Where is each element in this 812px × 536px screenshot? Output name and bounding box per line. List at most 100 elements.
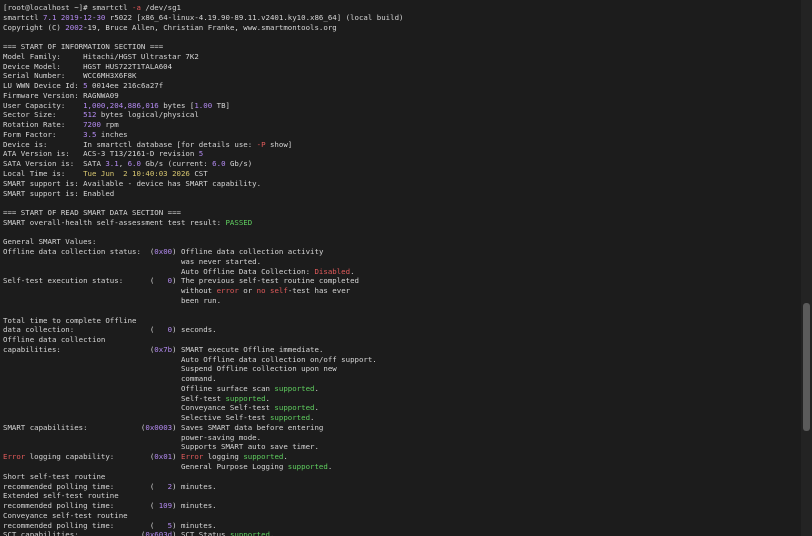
terminal-line: Self-test supported. (3, 394, 800, 404)
terminal-text-segment: SMART overall-health self-assessment tes… (3, 217, 226, 227)
terminal-text-segment: 2002 (65, 22, 84, 32)
terminal-text-segment: recommended polling time: ( (3, 520, 168, 530)
terminal-text-segment: Total time to complete Offline (3, 315, 137, 325)
terminal-line: Auto Offline Data Collection: Disabled. (3, 267, 800, 277)
terminal-text-segment: SMART support is: Enabled (3, 188, 115, 198)
terminal-text-segment: Error (181, 452, 204, 462)
terminal-line: Offline data collection status: (0x00) O… (3, 247, 800, 257)
terminal-text-segment: Self-test (3, 393, 226, 403)
vertical-scrollbar[interactable] (801, 0, 812, 536)
terminal-text-segment: Extended self-test routine (3, 491, 119, 501)
terminal-text-segment: . (270, 530, 275, 536)
terminal-text-segment: === START OF READ SMART DATA SECTION === (3, 208, 181, 218)
terminal-line: Rotation Rate: 7200 rpm (3, 120, 800, 130)
terminal-line: General Purpose Logging supported. (3, 462, 800, 472)
terminal-text-segment: 0x00 (154, 247, 173, 257)
terminal-line: SMART support is: Available - device has… (3, 179, 800, 189)
terminal-text-segment: Model Family: Hitachi/HGST Ultrastar 7K2 (3, 51, 199, 61)
terminal-text-segment: -test has ever (287, 286, 351, 296)
terminal-text-segment: [root@localhost ~]# smartctl (3, 3, 133, 12)
terminal-line: recommended polling time: ( 5) minutes. (3, 521, 800, 531)
terminal-line: Serial Number: WCC6MH3X6F8K (3, 71, 800, 81)
terminal-text-segment: power-saving mode. (3, 432, 262, 442)
terminal-text-segment: Supports SMART auto save timer. (3, 442, 319, 452)
terminal-text-segment: 7.1 2019-12-30 (43, 12, 106, 22)
terminal-text-segment: ) seconds. (172, 325, 217, 335)
terminal-line: capabilities: (0x7b) SMART execute Offli… (3, 345, 800, 355)
terminal-text-segment: Tue Jun 2 10:40:03 2026 (83, 169, 190, 179)
terminal-text-segment: ) minutes. (172, 481, 217, 491)
terminal-text-segment: show] (265, 139, 293, 149)
terminal-line: === START OF READ SMART DATA SECTION === (3, 208, 800, 218)
terminal-line: Offline surface scan supported. (3, 384, 800, 394)
terminal-text-segment: without (3, 286, 217, 296)
terminal-text-segment: 0x0003 (145, 422, 173, 432)
terminal-line: data collection: ( 0) seconds. (3, 325, 800, 335)
terminal-text-segment: no (256, 286, 266, 296)
terminal-text-segment: General Purpose Logging (3, 461, 288, 471)
scrollbar-thumb[interactable] (803, 303, 810, 431)
terminal-text-segment: ) The previous self-test routine complet… (172, 276, 359, 286)
terminal-text-segment: -19, Bruce Allen, Christian Franke, www.… (83, 22, 337, 32)
terminal-text-segment: Gb/s) (225, 159, 253, 169)
terminal-line: Firmware Version: RAGNWA09 (3, 91, 800, 101)
terminal-line: ATA Version is: ACS-3 T13/2161-D revisio… (3, 149, 800, 159)
terminal-text-segment: SMART support is: Available - device has… (3, 178, 262, 188)
terminal-text-segment: Short self-test routine (3, 471, 106, 481)
terminal-line: Copyright (C) 2002-19, Bruce Allen, Chri… (3, 23, 800, 33)
terminal-text-segment: Device is: In smartctl database [for det… (3, 139, 257, 149)
terminal-text-segment: 6.0 (127, 159, 141, 169)
terminal-text-segment: . (314, 403, 319, 413)
terminal-line: SATA Version is: SATA 3.1, 6.0 Gb/s (cur… (3, 159, 800, 169)
terminal-text-segment: r5022 [x86_64-linux-4.19.90-89.11.v2401.… (105, 12, 404, 22)
terminal-line: smartctl 7.1 2019-12-30 r5022 [x86_64-li… (3, 13, 800, 23)
terminal-line: Form Factor: 3.5 inches (3, 130, 800, 140)
terminal-line: power-saving mode. (3, 433, 800, 443)
terminal-line: SCT capabilities: (0x603d) SCT Status su… (3, 530, 800, 536)
terminal-text-segment: Selective Self-test (3, 413, 270, 423)
terminal-line: Conveyance self-test routine (3, 511, 800, 521)
terminal-window[interactable]: [root@localhost ~]# smartctl -a /dev/sg1… (0, 0, 812, 536)
terminal-text-segment: Auto Offline Data Collection: (3, 266, 315, 276)
terminal-line: SMART overall-health self-assessment tes… (3, 218, 800, 228)
terminal-text-segment: ) SMART execute Offline immediate. (172, 344, 324, 354)
terminal-line: Suspend Offline collection upon new (3, 364, 800, 374)
terminal-text-segment: . (350, 266, 355, 276)
terminal-text-segment: 109 (158, 501, 173, 511)
terminal-text-segment: User Capacity: (3, 100, 84, 110)
terminal-text-segment: logging (203, 452, 244, 462)
terminal-text-segment: supported (229, 530, 270, 536)
terminal-text-segment: /dev/sg1 (140, 3, 181, 12)
terminal-text-segment: 3.5 (83, 129, 97, 139)
terminal-line: Selective Self-test supported. (3, 413, 800, 423)
terminal-text-segment: . (327, 461, 333, 471)
terminal-text-segment: smartctl (3, 12, 44, 22)
terminal-text-segment: TB] (212, 100, 230, 110)
terminal-text-segment: Conveyance Self-test (3, 403, 275, 413)
terminal-text-segment: or (238, 286, 257, 296)
terminal-text-segment: logging capability: ( (25, 452, 155, 462)
terminal-text-segment: Form Factor: (3, 129, 84, 139)
terminal-text-segment: Sector Size: (3, 110, 84, 120)
terminal-line: === START OF INFORMATION SECTION === (3, 42, 800, 52)
terminal-text-segment: 512 (83, 110, 97, 120)
terminal-text-segment: been run. (3, 295, 222, 305)
terminal-text-segment: capabilities: ( (3, 344, 155, 354)
terminal-text-segment: . (314, 383, 319, 393)
terminal-text-segment: bytes logical/physical (96, 110, 199, 120)
terminal-text-segment: 7200 (83, 120, 101, 130)
terminal-text-segment: ) Saves SMART data before entering (172, 422, 324, 432)
terminal-line: SMART capabilities: (0x0003) Saves SMART… (3, 423, 800, 433)
terminal-text-segment: Error (3, 452, 26, 462)
terminal-line: LU WWN Device Id: 5 0014ee 216c6a27f (3, 81, 800, 91)
terminal-text-segment: self (270, 286, 288, 296)
terminal-text-segment: supported (243, 452, 284, 462)
terminal-line: Short self-test routine (3, 472, 800, 482)
terminal-text-segment: Rotation Rate: (3, 120, 84, 130)
terminal-text-segment: Self-test execution status: ( (3, 276, 168, 286)
terminal-text-segment: 3.1 (105, 159, 119, 169)
terminal-text-segment: SMART capabilities: ( (3, 422, 146, 432)
